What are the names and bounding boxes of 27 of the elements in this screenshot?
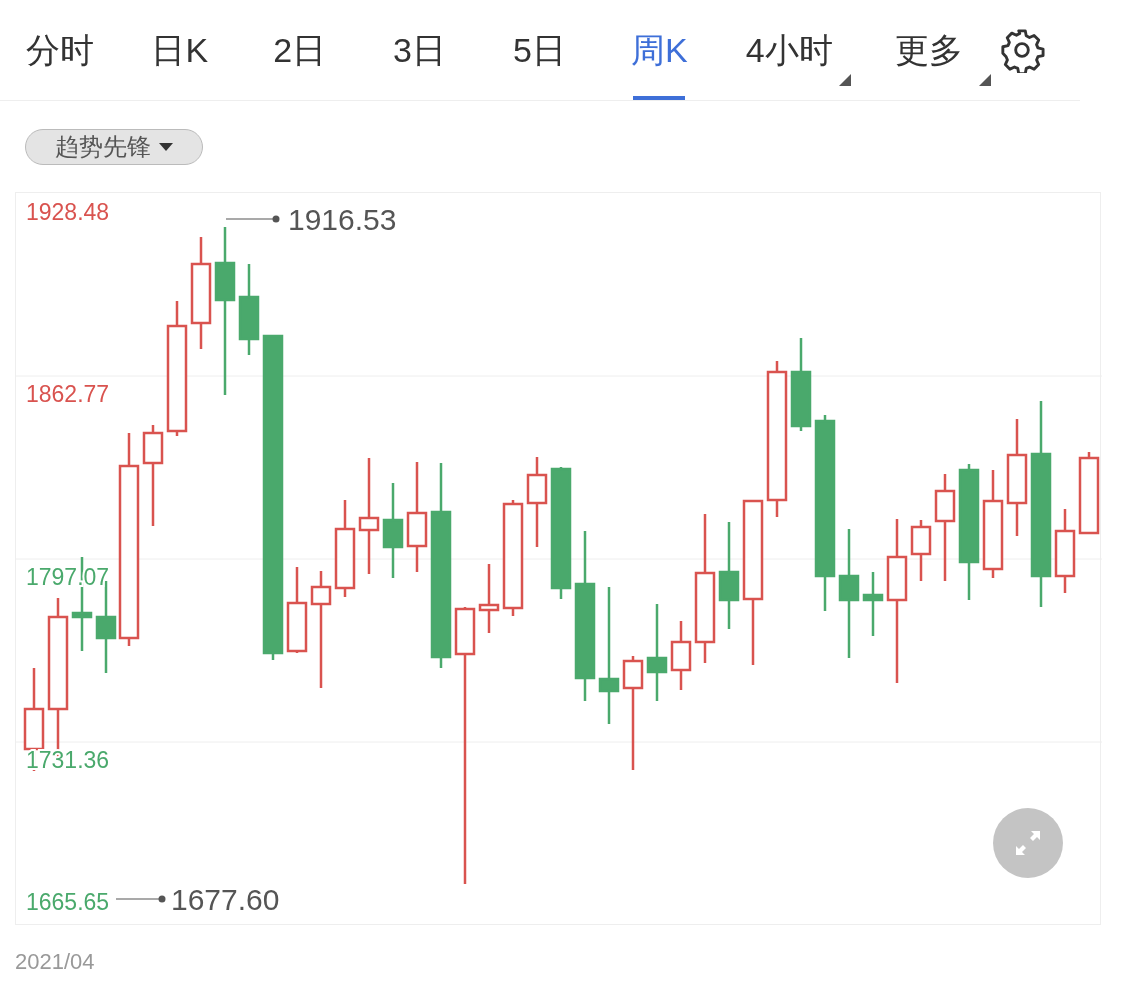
- period-tab[interactable]: 5日: [479, 0, 600, 100]
- indicator-dropdown[interactable]: 趋势先锋: [25, 129, 203, 165]
- period-tab[interactable]: 更多: [859, 0, 999, 100]
- min-price-leader-line: [115, 895, 166, 903]
- caret-icon: [159, 143, 173, 151]
- price-axis-label: 1862.77: [26, 381, 110, 407]
- candle: [670, 621, 692, 690]
- price-axis-label: 1665.65: [26, 889, 110, 915]
- period-tab[interactable]: 3日: [359, 0, 480, 100]
- settings-icon: [999, 27, 1045, 73]
- price-axis-label: 1928.48: [26, 199, 110, 225]
- period-tab[interactable]: 4小时: [719, 0, 860, 100]
- candle: [478, 564, 500, 633]
- candle: [862, 572, 884, 636]
- period-tab[interactable]: 2日: [239, 0, 360, 100]
- max-price-leader-line: [225, 215, 280, 223]
- active-underline: [633, 96, 686, 100]
- candle: [910, 520, 932, 581]
- max-price-label: 1916.53: [288, 203, 397, 236]
- corner-triangle-icon: [978, 74, 991, 86]
- period-tab[interactable]: 日K: [119, 0, 240, 100]
- period-tab[interactable]: 分时: [0, 0, 120, 100]
- period-tab[interactable]: 周K: [599, 0, 720, 100]
- min-price-label: 1677.60: [171, 883, 280, 916]
- settings-button[interactable]: [999, 27, 1045, 73]
- date-label: 2021/04: [15, 948, 96, 976]
- corner-triangle-icon: [839, 74, 852, 86]
